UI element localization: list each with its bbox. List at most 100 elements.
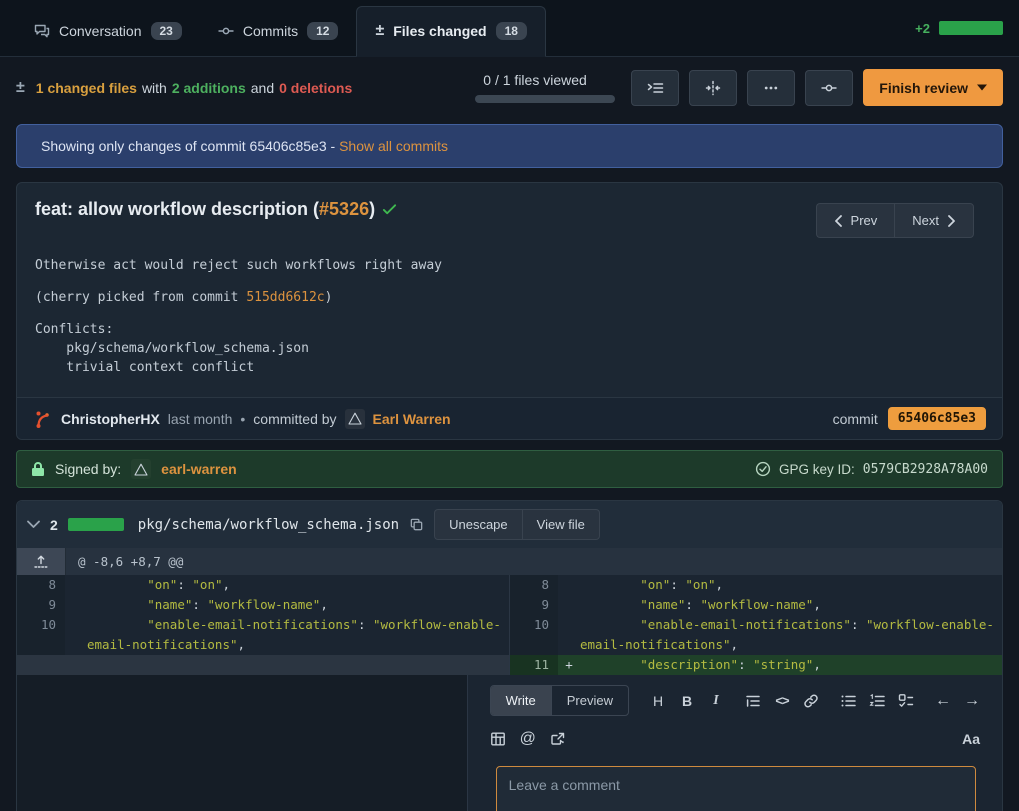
- cherry-pick-commit-link[interactable]: 515dd6612c: [246, 290, 324, 305]
- commit-title: feat: allow workflow description (#5326): [35, 199, 397, 220]
- table-icon[interactable]: [490, 730, 506, 748]
- diff-sign: [558, 615, 580, 655]
- editor-toolbar: Write Preview H B I <>: [490, 683, 980, 720]
- dot-separator: •: [240, 411, 245, 427]
- commit-label: commit: [833, 411, 878, 427]
- line-number[interactable]: 9: [510, 595, 558, 615]
- show-all-commits-link[interactable]: Show all commits: [339, 138, 448, 154]
- verified-icon: [755, 461, 771, 477]
- file-tree-toggle-button[interactable]: [631, 70, 679, 106]
- tab-count-badge: 12: [307, 22, 338, 40]
- gpg-key-value: 0579CB2928A78A00: [863, 462, 988, 477]
- copy-path-icon[interactable]: [409, 517, 424, 532]
- diff-row: 9 "name": "workflow-name",9 "name": "wor…: [17, 595, 1002, 615]
- chevron-right-icon: [947, 215, 956, 227]
- redo-arrow-icon[interactable]: →: [964, 692, 980, 710]
- tab-label: Conversation: [59, 23, 142, 39]
- tab-label: Files changed: [393, 23, 486, 39]
- additions-text: 2 additions: [172, 80, 246, 96]
- tab-label: Commits: [243, 23, 298, 39]
- commit-message-line: (cherry picked from commit 515dd6612c): [35, 288, 984, 307]
- hunk-header-row: @ -8,6 +8,7 @@: [17, 548, 1002, 575]
- author-avatar[interactable]: [33, 409, 53, 429]
- tab-commits[interactable]: Commits 12: [200, 7, 357, 56]
- issue-ref-link[interactable]: #5326: [319, 199, 369, 219]
- line-number[interactable]: 8: [17, 575, 65, 595]
- diff-right-cell: 9 "name": "workflow-name",: [509, 595, 1002, 615]
- diff-toolbar: ± 1 changed files with 2 additions and 0…: [0, 57, 1019, 116]
- chevron-left-icon: [834, 215, 843, 227]
- line-number[interactable]: 9: [17, 595, 65, 615]
- undo-arrow-icon[interactable]: ←: [935, 692, 951, 710]
- author-name-link[interactable]: ChristopherHX: [61, 411, 160, 427]
- tab-conversation[interactable]: Conversation 23: [16, 7, 200, 56]
- code-line: "enable-email-notifications": "workflow-…: [87, 615, 509, 655]
- task-list-icon[interactable]: [898, 692, 914, 710]
- mention-icon[interactable]: @: [520, 730, 536, 748]
- next-commit-button[interactable]: Next: [894, 203, 974, 238]
- committer-name-link[interactable]: Earl Warren: [373, 411, 451, 427]
- view-file-button[interactable]: View file: [522, 509, 600, 540]
- additions-count: +2: [915, 21, 930, 36]
- summary-text: and: [251, 80, 274, 96]
- commit-icon: [218, 23, 234, 39]
- comment-input[interactable]: [496, 766, 976, 811]
- reference-icon[interactable]: [550, 730, 566, 748]
- commit-time: last month: [168, 411, 233, 427]
- line-number[interactable]: 8: [510, 575, 558, 595]
- diff-table: 8 "on": "on",8 "on": "on",9 "name": "wor…: [17, 575, 1002, 675]
- diff-left-cell: 8 "on": "on",: [17, 575, 509, 595]
- heading-icon[interactable]: H: [650, 692, 666, 710]
- changed-files-link[interactable]: 1 changed files: [36, 80, 137, 96]
- comment-zone-left-pane: [17, 675, 467, 811]
- signer-avatar[interactable]: [131, 459, 151, 479]
- code-line: "on": "on",: [580, 575, 1002, 595]
- commit-message-line: trivial context conflict: [35, 358, 984, 377]
- tab-count-badge: 18: [496, 22, 527, 40]
- code-icon[interactable]: <>: [774, 692, 790, 710]
- commit-message-line: pkg/schema/workflow_schema.json: [35, 339, 984, 358]
- line-number: [17, 655, 65, 675]
- unordered-list-icon[interactable]: [840, 692, 856, 710]
- files-viewed-label: 0 / 1 files viewed: [475, 72, 587, 88]
- tab-files-changed[interactable]: ± Files changed 18: [356, 6, 546, 57]
- expand-up-icon[interactable]: [17, 548, 66, 575]
- commit-select-button[interactable]: [805, 70, 853, 106]
- tab-count-badge: 23: [151, 22, 182, 40]
- bold-icon[interactable]: B: [679, 692, 695, 710]
- diff-icon: ±: [16, 79, 25, 97]
- commit-hash-badge[interactable]: 65406c85e3: [888, 407, 986, 430]
- inline-comment-form: Write Preview H B I <>: [467, 675, 1002, 811]
- summary-text: with: [142, 80, 167, 96]
- comments-icon: [34, 23, 50, 39]
- font-size-toggle[interactable]: Aa: [962, 731, 980, 747]
- lock-icon: [31, 461, 45, 477]
- prev-commit-button[interactable]: Prev: [816, 203, 895, 238]
- files-viewed: 0 / 1 files viewed: [475, 72, 615, 103]
- more-options-button[interactable]: [747, 70, 795, 106]
- code-line: "description": "string",: [580, 655, 1002, 675]
- quote-icon[interactable]: [745, 692, 761, 710]
- file-additions-bar: [68, 518, 124, 531]
- split-view-toggle-button[interactable]: [689, 70, 737, 106]
- committer-avatar[interactable]: [345, 409, 365, 429]
- additions-bar: [939, 21, 1003, 35]
- italic-icon[interactable]: I: [708, 692, 724, 710]
- commit-detail-box: feat: allow workflow description (#5326)…: [16, 182, 1003, 440]
- chevron-down-icon[interactable]: [27, 520, 40, 529]
- line-number[interactable]: 10: [17, 615, 65, 655]
- signer-link[interactable]: earl-warren: [161, 461, 236, 477]
- inline-comment-zone: Write Preview H B I <>: [17, 675, 1002, 811]
- ordered-list-icon[interactable]: [869, 692, 885, 710]
- write-tab[interactable]: Write: [491, 686, 552, 715]
- line-number[interactable]: 11: [510, 655, 558, 675]
- diff-row: 11+ "description": "string",: [17, 655, 1002, 675]
- diff-right-cell: 10 "enable-email-notifications": "workfl…: [509, 615, 1002, 655]
- link-icon[interactable]: [803, 692, 819, 710]
- line-number[interactable]: 10: [510, 615, 558, 655]
- preview-tab[interactable]: Preview: [552, 686, 628, 715]
- finish-review-button[interactable]: Finish review: [863, 69, 1003, 106]
- diff-sign: [65, 615, 87, 655]
- unescape-button[interactable]: Unescape: [434, 509, 522, 540]
- diff-left-cell: 10 "enable-email-notifications": "workfl…: [17, 615, 509, 655]
